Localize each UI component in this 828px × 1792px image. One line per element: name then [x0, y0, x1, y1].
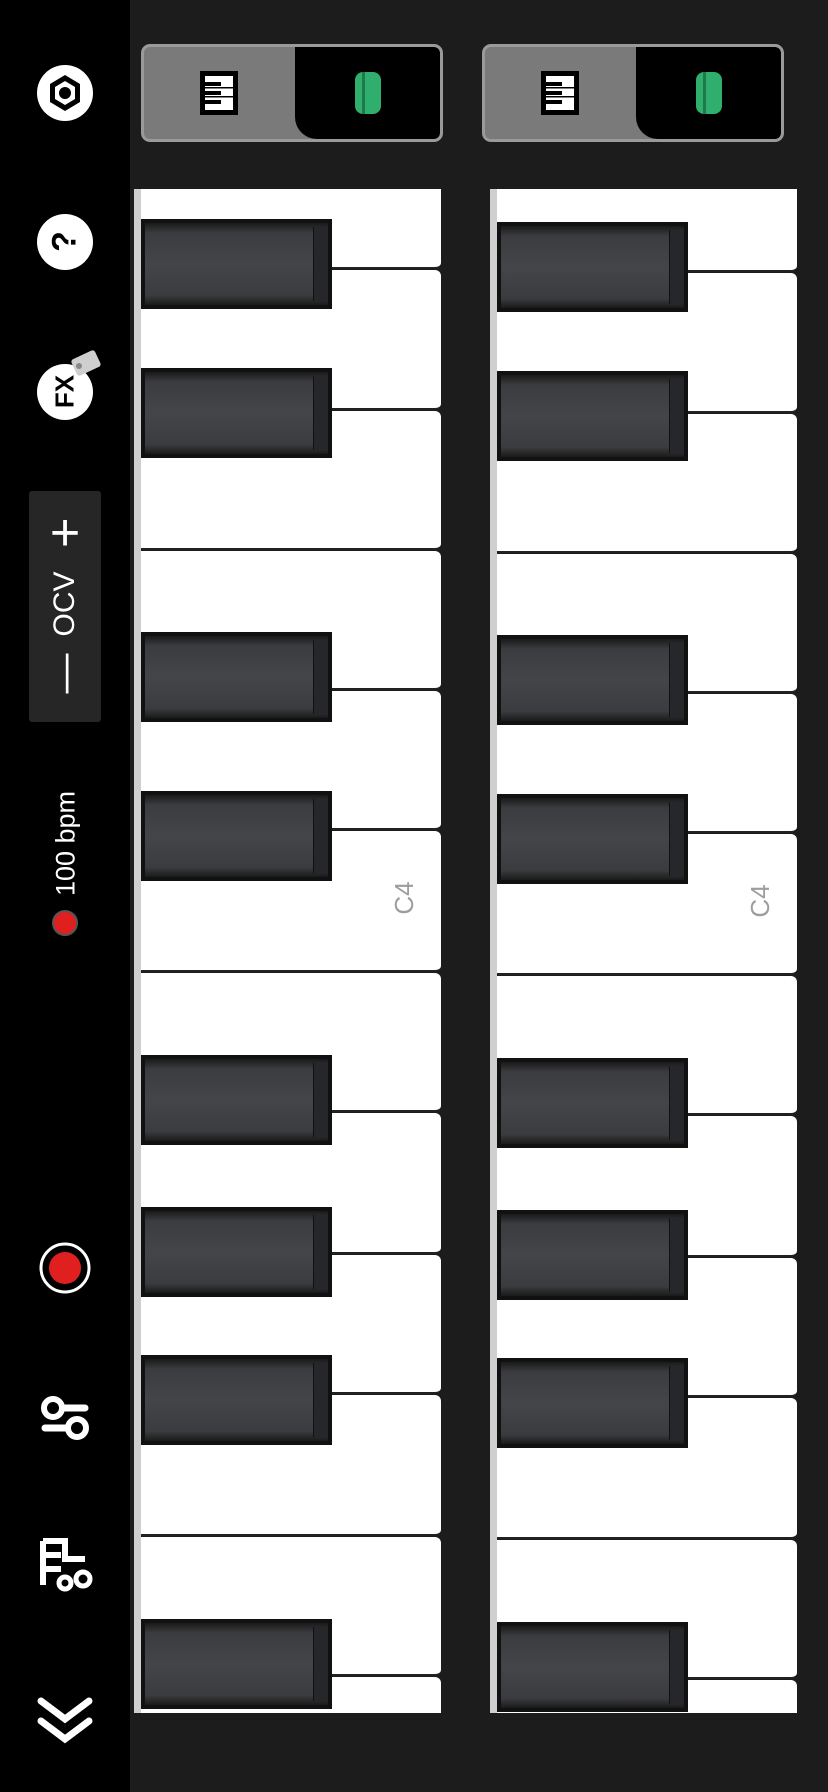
black-key[interactable] — [497, 794, 688, 884]
black-key[interactable] — [141, 1207, 332, 1297]
black-key[interactable] — [141, 1055, 332, 1145]
record-button[interactable] — [25, 1228, 105, 1308]
black-key[interactable] — [141, 1355, 332, 1445]
black-key[interactable] — [141, 791, 332, 881]
keyboard-rail — [134, 189, 141, 1713]
mixer-icon — [41, 1396, 89, 1440]
record-icon — [39, 1242, 91, 1294]
fx-button[interactable]: FX — [37, 350, 101, 420]
settings-hexagon-icon — [37, 65, 93, 121]
octave-minus-button[interactable]: — — [43, 638, 88, 710]
tag-icon — [71, 350, 101, 376]
piano-icon — [541, 71, 579, 115]
collapse-button[interactable] — [25, 1679, 105, 1759]
black-key[interactable] — [141, 632, 332, 722]
black-key[interactable] — [497, 222, 688, 312]
metronome-dot — [52, 910, 78, 936]
octave-control: + OCV — — [29, 491, 101, 722]
sidebar: ? FX + OCV — 100 bpm — [0, 0, 130, 1792]
help-button[interactable]: ? — [37, 214, 93, 270]
tempo-indicator[interactable]: 100 bpm — [38, 780, 94, 940]
octave-plus-button[interactable]: + — [29, 503, 101, 563]
drum-pad-icon — [355, 72, 381, 114]
note-label-c4: C4 — [745, 884, 775, 918]
black-key[interactable] — [141, 219, 332, 309]
black-key[interactable] — [497, 1058, 688, 1148]
drum-mode-segment[interactable] — [636, 47, 781, 139]
black-key[interactable] — [497, 1358, 688, 1448]
piano-keyboard-1: C4 — [134, 189, 444, 1713]
black-key[interactable] — [141, 368, 332, 458]
drum-mode-segment[interactable] — [295, 47, 440, 139]
note-label-c4: C4 — [389, 881, 419, 915]
instrument-mode-toggle-2[interactable] — [482, 44, 784, 142]
piano-icon — [200, 71, 238, 115]
black-key[interactable] — [141, 1619, 332, 1709]
keyboard-rail — [490, 189, 497, 1713]
tempo-text: 100 bpm — [50, 790, 81, 897]
double-chevron-icon — [37, 1697, 93, 1744]
black-key[interactable] — [497, 371, 688, 461]
instrument-mode-toggle-1[interactable] — [141, 44, 443, 142]
help-icon: ? — [45, 231, 84, 252]
octave-label: OCV — [48, 571, 81, 637]
piano-keyboard-2: C4 — [490, 189, 800, 1713]
drum-pad-icon — [696, 72, 722, 114]
library-button[interactable] — [25, 1525, 105, 1605]
black-key[interactable] — [497, 1622, 688, 1712]
black-key[interactable] — [497, 1210, 688, 1300]
library-icon — [40, 1538, 93, 1592]
settings-button[interactable] — [25, 53, 105, 133]
mixer-button[interactable] — [25, 1378, 105, 1458]
black-key[interactable] — [497, 635, 688, 725]
